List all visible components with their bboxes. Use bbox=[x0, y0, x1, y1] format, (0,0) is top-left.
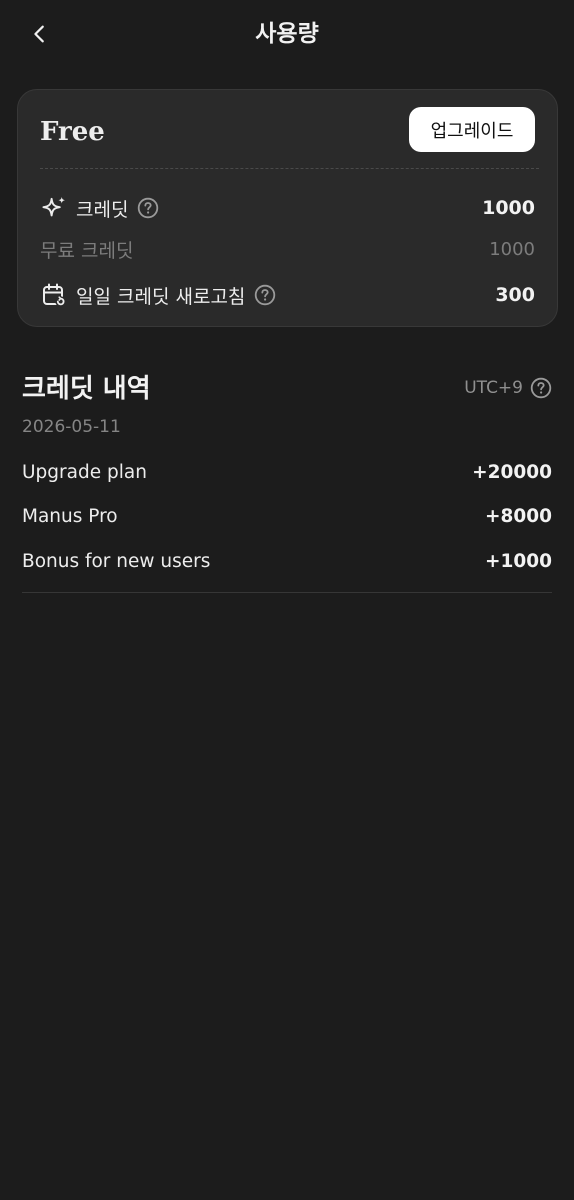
top-bar: 사용량 bbox=[0, 0, 574, 68]
credit-history-list: Upgrade plan +20000 Manus Pro +8000 Bonu… bbox=[22, 450, 552, 584]
list-item: Upgrade plan +20000 bbox=[22, 450, 552, 495]
daily-refresh-value: 300 bbox=[495, 284, 535, 306]
history-item-label: Bonus for new users bbox=[22, 550, 211, 572]
timezone-indicator: UTC+9 bbox=[464, 377, 552, 399]
sparkle-icon bbox=[40, 194, 68, 222]
free-credits-value: 1000 bbox=[489, 238, 535, 260]
timezone-label: UTC+9 bbox=[464, 378, 523, 398]
history-item-amount: +8000 bbox=[485, 506, 552, 528]
upgrade-button[interactable]: 업그레이드 bbox=[409, 107, 535, 152]
history-item-label: Manus Pro bbox=[22, 506, 118, 528]
daily-refresh-help-icon[interactable] bbox=[254, 284, 276, 306]
credit-history-title: 크레딧 내역 bbox=[22, 374, 151, 404]
history-divider bbox=[22, 592, 552, 593]
plan-card: Free 업그레이드 크레딧 1000 무료 크레딧 1000 일일 크레딧 새… bbox=[17, 89, 558, 327]
calendar-refresh-icon bbox=[40, 281, 68, 309]
history-item-amount: +1000 bbox=[485, 550, 552, 572]
list-item: Bonus for new users +1000 bbox=[22, 539, 552, 584]
list-item: Manus Pro +8000 bbox=[22, 495, 552, 540]
credits-row: 크레딧 1000 bbox=[40, 191, 535, 225]
credits-value: 1000 bbox=[482, 197, 535, 219]
history-item-label: Upgrade plan bbox=[22, 461, 147, 483]
history-date: 2026-05-11 bbox=[22, 417, 121, 437]
free-credits-row: 무료 크레딧 1000 bbox=[40, 233, 535, 265]
plan-name: Free bbox=[40, 117, 105, 147]
page-title: 사용량 bbox=[255, 21, 319, 47]
card-divider bbox=[40, 168, 539, 169]
history-item-amount: +20000 bbox=[472, 461, 552, 483]
daily-refresh-label: 일일 크레딧 새로고침 bbox=[76, 285, 246, 308]
daily-refresh-row: 일일 크레딧 새로고침 300 bbox=[40, 278, 535, 312]
credits-label: 크레딧 bbox=[76, 198, 129, 221]
timezone-help-icon[interactable] bbox=[530, 377, 552, 399]
credits-help-icon[interactable] bbox=[137, 197, 159, 219]
free-credits-label: 무료 크레딧 bbox=[40, 239, 134, 262]
